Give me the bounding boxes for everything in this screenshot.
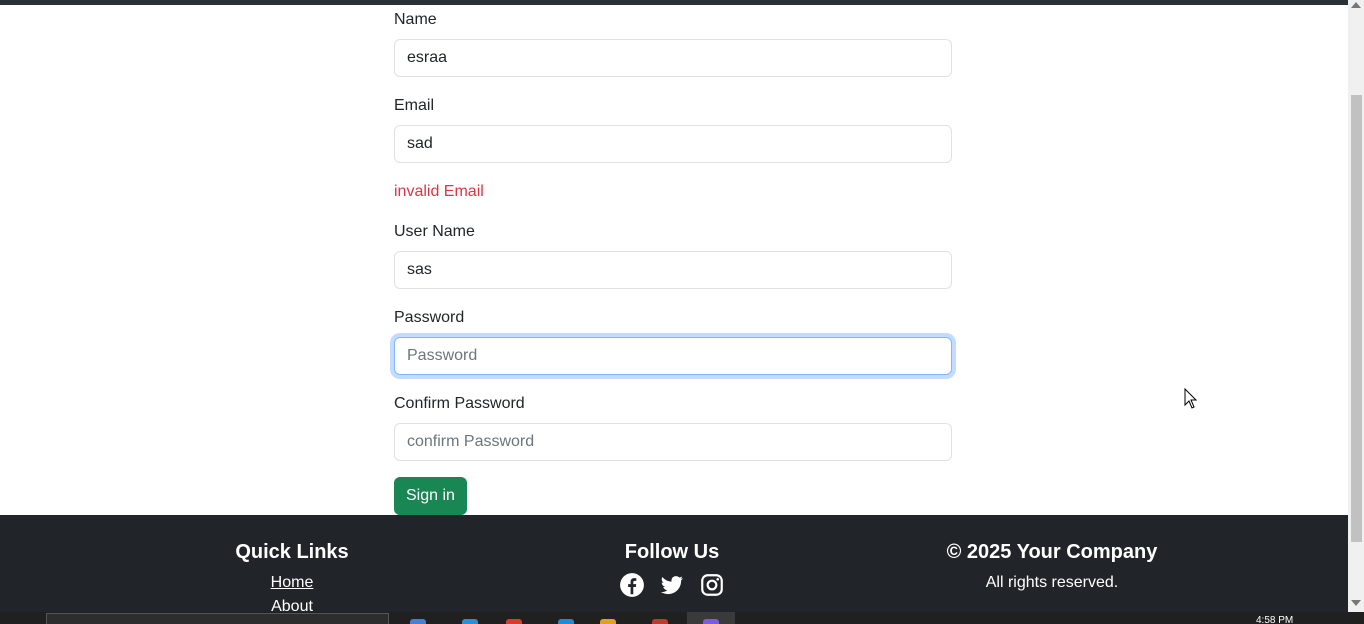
sign-in-button[interactable]: Sign in <box>394 477 467 515</box>
file-explorer-icon[interactable] <box>600 619 616 624</box>
confirm-password-label: Confirm Password <box>394 395 525 412</box>
scroll-down-arrow-icon[interactable] <box>1351 600 1361 606</box>
facebook-icon[interactable] <box>619 572 645 598</box>
password-label: Password <box>394 309 465 326</box>
twitter-icon[interactable] <box>659 572 685 598</box>
email-input[interactable] <box>394 125 952 163</box>
scroll-up-arrow-icon[interactable] <box>1351 2 1361 8</box>
social-links <box>572 572 772 598</box>
email-error-message: invalid Email <box>394 183 484 200</box>
taskbar-clock[interactable]: 4:58 PM <box>1256 615 1293 624</box>
instagram-icon[interactable] <box>699 572 725 598</box>
top-bar <box>0 0 1348 5</box>
footer-link-about[interactable]: About <box>192 598 392 612</box>
footer-link-home[interactable]: Home <box>192 574 392 592</box>
browser-icon <box>703 619 719 624</box>
taskbar-search-box[interactable] <box>46 613 389 624</box>
os-taskbar: 4:58 PM <box>0 612 1364 624</box>
vscode-icon[interactable] <box>462 619 478 624</box>
username-input[interactable] <box>394 251 952 289</box>
follow-us-title: Follow Us <box>624 541 720 563</box>
store-icon[interactable] <box>558 619 574 624</box>
quick-links-title: Quick Links <box>235 541 349 563</box>
chrome-icon[interactable] <box>506 619 522 624</box>
mouse-cursor-icon <box>1184 387 1198 415</box>
copyright-title: © 2025 Your Company <box>946 541 1158 563</box>
rights-text: All rights reserved. <box>985 574 1119 591</box>
password-input[interactable] <box>394 337 952 375</box>
scrollbar-thumb[interactable] <box>1351 95 1362 542</box>
name-input[interactable] <box>394 39 952 77</box>
email-label: Email <box>394 97 435 114</box>
taskbar-active-app[interactable] <box>687 612 735 624</box>
confirm-password-input[interactable] <box>394 423 952 461</box>
username-label: User Name <box>394 223 475 240</box>
name-label: Name <box>394 11 437 28</box>
media-player-icon[interactable] <box>410 619 426 624</box>
pdf-icon[interactable] <box>652 619 668 624</box>
site-footer: Quick Links Home About Follow Us © 2025 … <box>0 515 1348 612</box>
